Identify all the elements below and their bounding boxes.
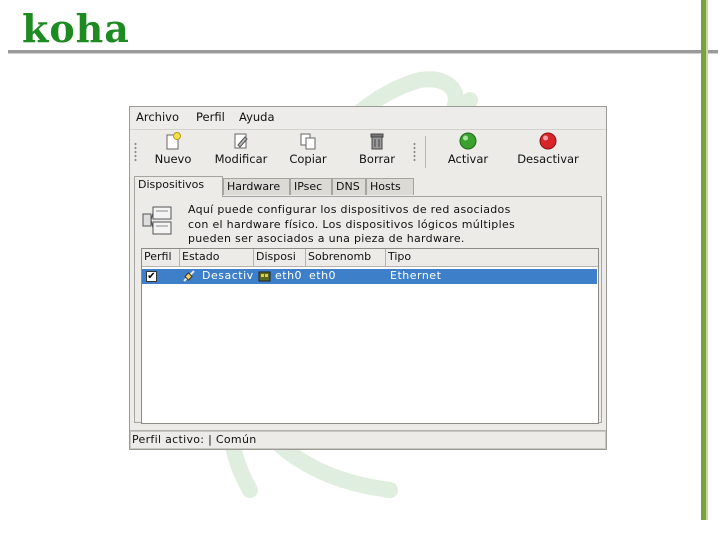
trash-icon <box>370 133 384 150</box>
network-devices-icon <box>142 206 172 235</box>
new-button[interactable]: Nuevo <box>150 132 196 166</box>
tab-bar: Dispositivos Hardware IPsec DNS Hosts <box>134 176 602 197</box>
column-header-sobrenombre[interactable]: Sobrenomb <box>306 249 386 266</box>
menu-archivo[interactable]: Archivo <box>136 110 179 124</box>
toolbar-separator <box>425 136 426 168</box>
devices-panel: Aquí puede configurar los dispositivos d… <box>134 196 602 424</box>
description-line-3: pueden ser asociados a una pieza de hard… <box>188 232 465 245</box>
title-divider-shadow <box>8 53 718 54</box>
network-config-window: Archivo Perfil Ayuda Nuevo Modificar Cop… <box>129 106 607 450</box>
right-border-shadow <box>706 0 708 520</box>
active-profile-status: Perfil activo: | Común <box>132 433 257 446</box>
toolbar-grip[interactable] <box>134 142 137 162</box>
red-light-icon <box>539 132 557 150</box>
deactivate-label: Desactivar <box>517 152 579 166</box>
column-header-tipo[interactable]: Tipo <box>386 249 598 266</box>
tab-dispositivos[interactable]: Dispositivos <box>134 176 223 197</box>
statusbar: Perfil activo: | Común <box>130 430 606 449</box>
copy-button[interactable]: Copiar <box>285 132 331 166</box>
tab-hardware[interactable]: Hardware <box>223 178 290 195</box>
profile-checkbox[interactable]: ✔ <box>146 271 157 282</box>
modify-button[interactable]: Modificar <box>210 132 272 166</box>
delete-label: Borrar <box>359 152 395 166</box>
row-sobrenombre: eth0 <box>309 269 337 282</box>
tab-hosts[interactable]: Hosts <box>366 178 414 195</box>
toolbar: Nuevo Modificar Copiar Borrar Activar De… <box>130 130 606 174</box>
table-row[interactable]: ✔ Desactiv eth0 eth0 Ethernet <box>142 269 597 284</box>
column-header-perfil[interactable]: Perfil <box>142 249 180 266</box>
network-card-icon <box>258 271 271 282</box>
row-estado: Desactiv <box>202 269 254 282</box>
green-light-icon <box>459 132 477 150</box>
row-tipo: Ethernet <box>390 269 442 282</box>
device-list[interactable]: Perfil Estado Disposi Sobrenomb Tipo ✔ D… <box>141 248 599 424</box>
column-header-estado[interactable]: Estado <box>180 249 254 266</box>
tab-ipsec[interactable]: IPsec <box>290 178 332 195</box>
description-line-2: con el hardware físico. Los dispositivos… <box>188 217 516 231</box>
panel-description: Aquí puede configurar los dispositivos d… <box>188 203 568 247</box>
row-dispositivo: eth0 <box>275 269 303 282</box>
new-label: Nuevo <box>154 152 192 166</box>
copy-label: Copiar <box>289 152 327 166</box>
deactivate-button[interactable]: Desactivar <box>512 132 584 166</box>
column-header-dispositivo[interactable]: Disposi <box>254 249 306 266</box>
activate-label: Activar <box>447 152 489 166</box>
slide-title: koha <box>22 6 130 51</box>
delete-button[interactable]: Borrar <box>354 132 400 166</box>
toolbar-grip-2[interactable] <box>413 142 416 162</box>
menu-perfil[interactable]: Perfil <box>196 110 225 124</box>
new-icon <box>166 132 181 150</box>
description-line-1: Aquí puede configurar los dispositivos d… <box>188 203 511 216</box>
copy-icon <box>300 133 316 150</box>
modify-label: Modificar <box>214 152 268 166</box>
plug-disconnected-icon <box>183 270 195 282</box>
activate-button[interactable]: Activar <box>442 132 494 166</box>
tab-dns[interactable]: DNS <box>332 178 366 195</box>
edit-icon <box>234 133 248 149</box>
menu-ayuda[interactable]: Ayuda <box>239 110 275 124</box>
menubar: Archivo Perfil Ayuda <box>130 107 606 130</box>
device-list-header: Perfil Estado Disposi Sobrenomb Tipo <box>142 249 598 267</box>
